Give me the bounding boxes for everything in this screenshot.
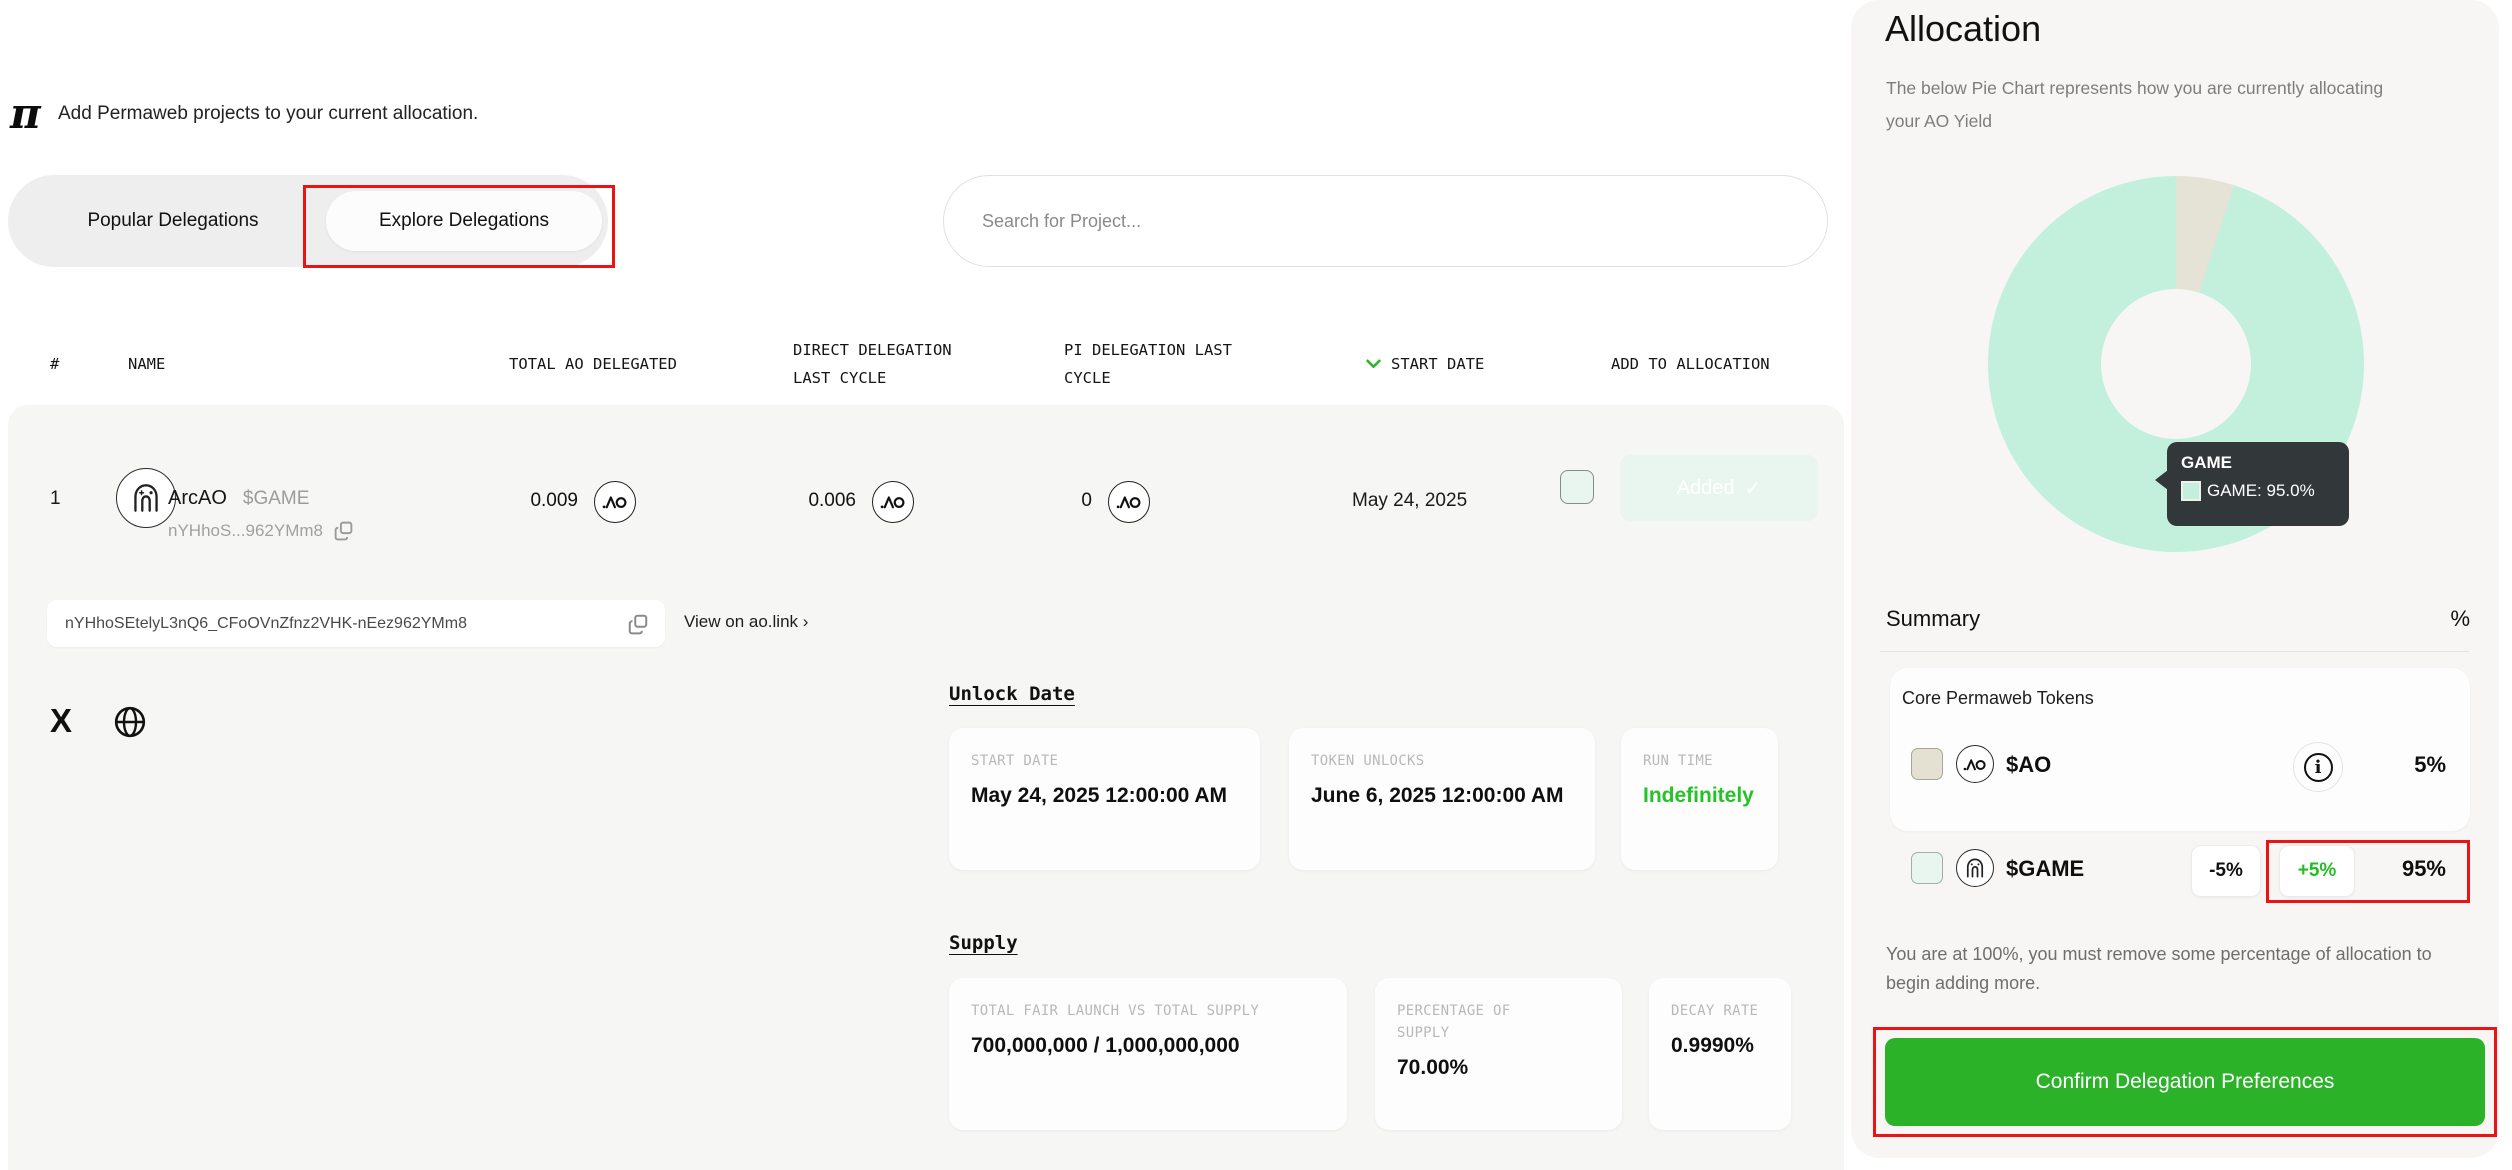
card-value: 700,000,000 / 1,000,000,000 <box>971 1030 1256 1061</box>
full-address-pill: nYHhoSEtelyL3nQ6_CFoOVnZfnz2VHK-nEez962Y… <box>47 600 665 647</box>
info-button[interactable]: i <box>2293 742 2343 792</box>
token-unlocks-card: TOKEN UNLOCKS June 6, 2025 12:00:00 AM <box>1289 728 1595 870</box>
summary-divider <box>1880 651 2469 652</box>
ao-percent: 5% <box>2398 752 2446 778</box>
row-allocation-checkbox[interactable] <box>1560 470 1594 504</box>
twitter-x-icon[interactable]: X <box>50 702 71 740</box>
card-label: TOTAL FAIR LAUNCH VS TOTAL SUPPLY <box>971 1000 1325 1022</box>
card-label: START DATE <box>971 750 1238 772</box>
card-label: PERCENTAGE OF SUPPLY <box>1397 1000 1557 1044</box>
column-header-add-to-allocation: ADD TO ALLOCATION <box>1611 350 1770 378</box>
summary-heading: Summary <box>1886 606 1980 632</box>
column-header-name: NAME <box>128 350 165 378</box>
info-icon: i <box>2304 753 2333 782</box>
card-value: 70.00% <box>1397 1052 1600 1083</box>
card-value: 0.9990% <box>1671 1030 1769 1061</box>
website-globe-icon[interactable] <box>112 704 148 740</box>
cell-pi-delegation: 0 <box>982 490 1092 512</box>
ao-color-checkbox[interactable] <box>1911 748 1943 780</box>
pi-logo-icon: π <box>10 92 41 136</box>
decay-rate-card: DECAY RATE 0.9990% <box>1649 978 1791 1130</box>
fair-launch-card: TOTAL FAIR LAUNCH VS TOTAL SUPPLY 700,00… <box>949 978 1347 1130</box>
arcao-avatar <box>116 468 176 528</box>
ao-token-icon <box>1108 481 1150 523</box>
tooltip-title: GAME <box>2181 453 2335 473</box>
chart-tooltip: GAME GAME: 95.0% <box>2167 442 2349 526</box>
project-ticker: $GAME <box>243 488 310 510</box>
ao-ticker: $AO <box>2006 752 2051 778</box>
supply-heading: Supply <box>949 932 1018 954</box>
start-date-card: START DATE May 24, 2025 12:00:00 AM <box>949 728 1260 870</box>
project-address-short[interactable]: nYHhoS...962YMm8 <box>168 520 354 541</box>
column-header-rank: # <box>50 350 59 378</box>
card-label: DECAY RATE <box>1671 1000 1769 1022</box>
card-label: TOKEN UNLOCKS <box>1311 750 1573 772</box>
game-percent: 95% <box>2384 856 2446 882</box>
percent-column-label: % <box>2446 606 2470 632</box>
tab-popular-delegations[interactable]: Popular Delegations <box>38 175 308 267</box>
increase-5-button[interactable]: +5% <box>2279 845 2355 897</box>
run-time-card: RUN TIME Indefinitely <box>1621 728 1778 870</box>
check-icon: ✓ <box>1745 476 1762 501</box>
decrease-5-button[interactable]: -5% <box>2191 845 2261 897</box>
search-input[interactable] <box>943 175 1828 267</box>
cell-direct-delegation: 0.006 <box>746 490 856 512</box>
unlock-date-heading: Unlock Date <box>949 683 1075 705</box>
game-token-icon <box>1956 849 1994 887</box>
column-header-direct-delegation: DIRECT DELEGATION LAST CYCLE <box>793 336 998 392</box>
core-tokens-label: Core Permaweb Tokens <box>1902 688 2094 709</box>
card-label: RUN TIME <box>1643 750 1756 772</box>
sort-chevron-down-icon <box>1366 359 1381 369</box>
full-address-text: nYHhoSEtelyL3nQ6_CFoOVnZfnz2VHK-nEez962Y… <box>65 615 615 633</box>
confirm-delegation-button[interactable]: Confirm Delegation Preferences <box>1885 1038 2485 1126</box>
ao-token-icon <box>1956 745 1994 783</box>
cell-start-date: May 24, 2025 <box>1352 490 1467 512</box>
added-label: Added <box>1677 477 1735 500</box>
column-header-pi-delegation: PI DELEGATION LAST CYCLE <box>1064 336 1269 392</box>
copy-icon <box>333 520 354 541</box>
allocation-warning: You are at 100%, you must remove some pe… <box>1886 940 2466 998</box>
delegations-tabbar: Popular Delegations Explore Delegations <box>8 175 608 267</box>
column-header-total-ao-delegated: TOTAL AO DELEGATED <box>509 350 677 378</box>
row-rank: 1 <box>50 488 61 510</box>
percentage-supply-card: PERCENTAGE OF SUPPLY 70.00% <box>1375 978 1622 1130</box>
cell-total-ao-delegated: 0.009 <box>468 490 578 512</box>
delegations-table-body: 1 ArcAO $GAME nYHhoS...962YMm8 0.009 0.0… <box>8 405 1844 1170</box>
column-header-start-date-sort[interactable]: START DATE <box>1366 350 1484 378</box>
game-color-checkbox[interactable] <box>1911 852 1943 884</box>
card-value: June 6, 2025 12:00:00 AM <box>1311 780 1573 811</box>
column-header-start-date: START DATE <box>1391 350 1484 378</box>
view-on-aolink[interactable]: View on ao.link › <box>684 612 808 632</box>
allocation-title: Allocation <box>1885 8 2041 50</box>
page-subtitle: Add Permaweb projects to your current al… <box>58 103 478 125</box>
arcao-arch-icon <box>127 479 165 517</box>
card-value: May 24, 2025 12:00:00 AM <box>971 780 1238 811</box>
tooltip-label: GAME: 95.0% <box>2207 481 2315 501</box>
allocation-description: The below Pie Chart represents how you a… <box>1886 72 2398 138</box>
project-name[interactable]: ArcAO <box>168 487 227 510</box>
tab-explore-delegations[interactable]: Explore Delegations <box>326 191 602 251</box>
ao-token-icon <box>594 481 636 523</box>
ao-token-icon <box>872 481 914 523</box>
added-button[interactable]: Added ✓ <box>1620 455 1818 521</box>
copy-icon[interactable] <box>627 613 649 635</box>
game-ticker: $GAME <box>2006 856 2084 882</box>
tooltip-swatch <box>2181 481 2201 501</box>
address-short-text: nYHhoS...962YMm8 <box>168 521 323 541</box>
card-value-runtime: Indefinitely <box>1643 780 1756 811</box>
